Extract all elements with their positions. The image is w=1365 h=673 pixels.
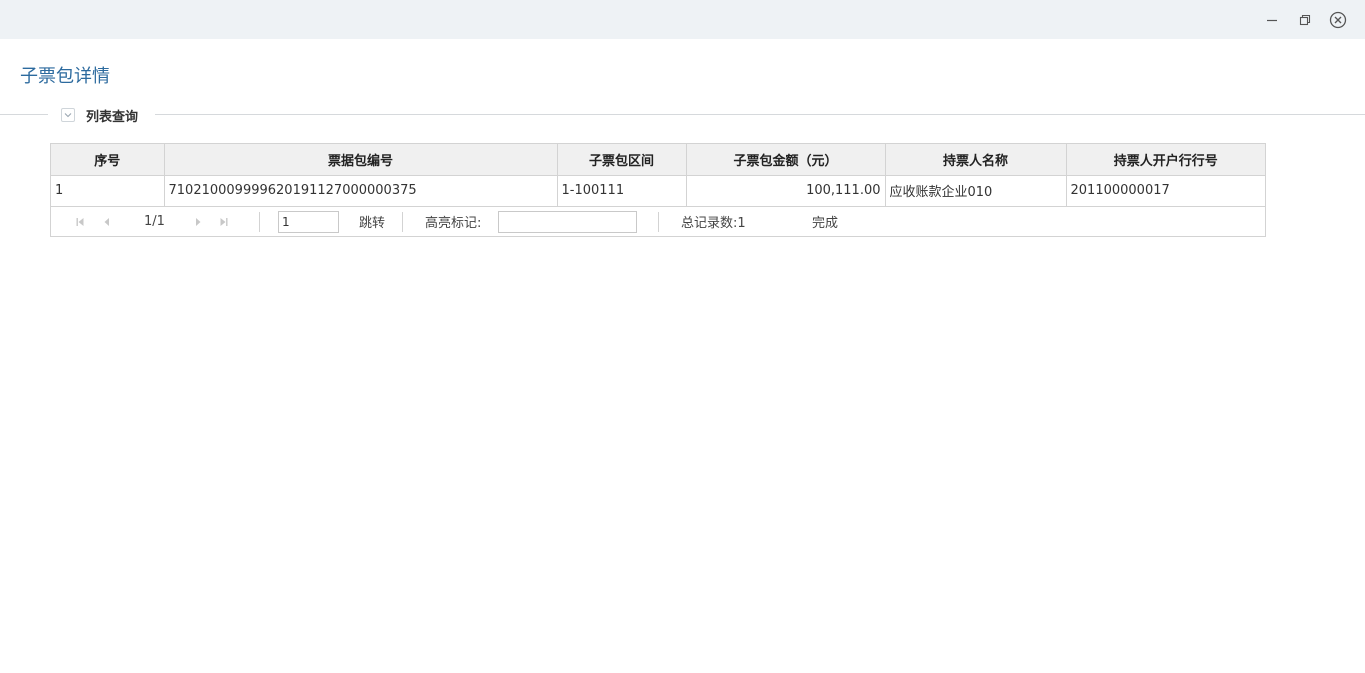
close-circle-icon xyxy=(1329,11,1347,29)
section-header: 列表查询 xyxy=(0,104,1365,126)
table-header-row: 序号 票据包编号 子票包区间 子票包金额（元） 持票人名称 持票人开户行行号 xyxy=(51,144,1265,176)
cell-package-no: 710210009999620191127000000375 xyxy=(164,175,558,207)
minimize-button[interactable] xyxy=(1262,10,1282,30)
restore-icon xyxy=(1299,14,1311,26)
last-page-icon xyxy=(220,217,228,226)
cell-holder-bank-no: 201100000017 xyxy=(1066,175,1265,207)
column-header-package-no[interactable]: 票据包编号 xyxy=(164,144,558,176)
table-row[interactable]: 1 710210009999620191127000000375 1-10011… xyxy=(51,175,1265,207)
next-page-button[interactable] xyxy=(193,207,203,237)
restore-button[interactable] xyxy=(1295,10,1315,30)
column-header-sub-range[interactable]: 子票包区间 xyxy=(557,144,687,176)
total-records: 总记录数:1 xyxy=(681,216,746,231)
chevron-down-icon xyxy=(64,113,72,118)
cell-sub-amount: 100,111.00 xyxy=(686,175,886,207)
section-label: 列表查询 xyxy=(86,110,139,125)
section-collapse-toggle[interactable] xyxy=(61,108,75,122)
data-grid: 序号 票据包编号 子票包区间 子票包金额（元） 持票人名称 持票人开户行行号 1… xyxy=(50,143,1266,237)
data-table: 序号 票据包编号 子票包区间 子票包金额（元） 持票人名称 持票人开户行行号 1… xyxy=(51,144,1265,207)
window-titlebar xyxy=(0,0,1365,39)
section-divider-left xyxy=(0,114,48,115)
page-number-input[interactable] xyxy=(278,210,339,233)
column-header-holder-bank-no[interactable]: 持票人开户行行号 xyxy=(1066,144,1265,176)
column-header-index[interactable]: 序号 xyxy=(51,144,165,176)
next-page-icon xyxy=(196,217,201,226)
close-button[interactable] xyxy=(1328,10,1348,30)
column-header-holder-name[interactable]: 持票人名称 xyxy=(885,144,1067,176)
last-page-button[interactable] xyxy=(219,207,229,237)
section-divider-right xyxy=(155,114,1365,115)
prev-page-button[interactable] xyxy=(102,207,112,237)
page-info: 1/1 xyxy=(144,214,165,229)
jump-button[interactable]: 跳转 xyxy=(359,207,385,237)
cell-sub-range: 1-100111 xyxy=(557,175,687,207)
cell-index: 1 xyxy=(51,175,165,207)
prev-page-icon xyxy=(104,217,109,226)
pager-divider xyxy=(402,211,403,232)
page-title: 子票包详情 xyxy=(20,66,110,87)
status-text: 完成 xyxy=(812,216,839,231)
pager-divider xyxy=(658,211,659,232)
first-page-icon xyxy=(76,217,84,226)
pager-divider xyxy=(259,211,260,232)
cell-holder-name: 应收账款企业010 xyxy=(885,175,1067,207)
highlight-input[interactable] xyxy=(498,210,637,233)
column-header-sub-amount[interactable]: 子票包金额（元） xyxy=(686,144,886,176)
first-page-button[interactable] xyxy=(75,207,85,237)
minimize-icon xyxy=(1267,19,1277,22)
pagination-bar: 1/1 跳转 高亮标记: 总记录数:1 完成 xyxy=(51,207,1265,237)
highlight-label: 高亮标记: xyxy=(425,216,482,231)
